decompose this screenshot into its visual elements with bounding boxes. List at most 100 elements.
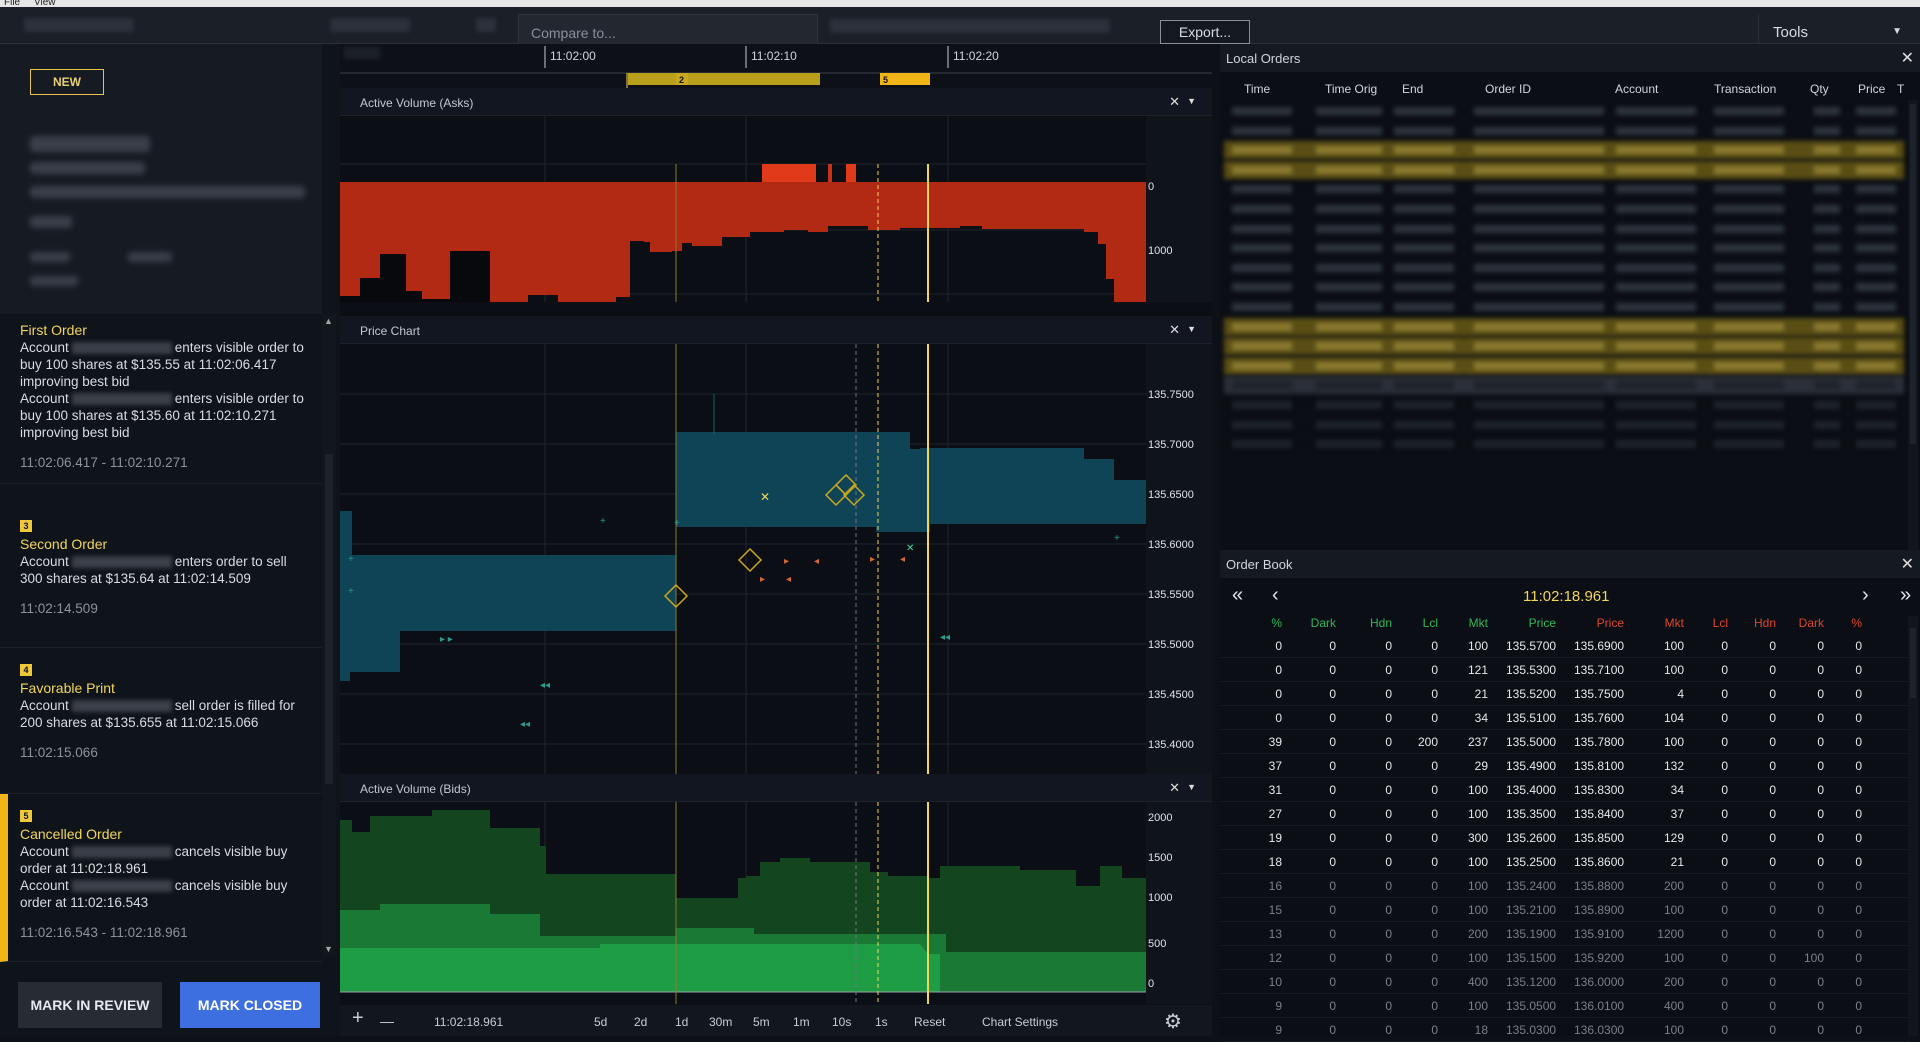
event-item[interactable]: First Order Account enters visible order … <box>0 316 322 484</box>
table-row[interactable]: 0 0 0 0 121 135.5300 135.7100 100 0 0 0 0 <box>1220 658 1910 682</box>
close-icon[interactable]: ✕ <box>1901 48 1914 68</box>
wrench-icon[interactable]: ✕ <box>1169 780 1180 796</box>
column-header[interactable]: Lcl <box>1678 616 1728 630</box>
table-row[interactable]: 18 0 0 0 100 135.2500 135.8600 21 0 0 0 0 <box>1220 850 1910 874</box>
range-1s[interactable]: 1s <box>875 1015 888 1029</box>
table-row[interactable] <box>1224 180 1904 198</box>
table-row[interactable]: 37 0 0 0 29 135.4900 135.8100 132 0 0 0 0 <box>1220 754 1910 778</box>
range-2d[interactable]: 2d <box>634 1015 647 1029</box>
table-row[interactable] <box>1224 102 1904 120</box>
table-row[interactable] <box>1224 376 1904 395</box>
first-page-icon[interactable]: « <box>1232 584 1243 607</box>
table-row[interactable]: 0 0 0 0 21 135.5200 135.7500 4 0 0 0 0 <box>1220 682 1910 706</box>
table-row[interactable]: 0 0 0 0 34 135.5100 135.7600 104 0 0 0 0 <box>1220 706 1910 730</box>
close-icon[interactable]: ✕ <box>1901 554 1914 574</box>
table-row[interactable]: 16 0 0 0 100 135.2400 135.8800 200 0 0 0 0 <box>1220 874 1910 898</box>
column-header[interactable]: Qty <box>1810 82 1829 96</box>
range-5m[interactable]: 5m <box>753 1015 770 1029</box>
column-header[interactable]: Dark <box>1286 616 1336 630</box>
table-row[interactable] <box>1224 220 1904 238</box>
table-row[interactable]: 13 0 0 0 200 135.1900 135.9100 1200 0 0 0 0 <box>1220 922 1910 946</box>
zoom-out-button[interactable]: — <box>380 1013 394 1029</box>
last-page-icon[interactable]: » <box>1900 584 1911 607</box>
price-chart[interactable]: ▸ ◂ ▸ ◂ ▸ ◂ ✕ ✕ + + + + + ▸ ▸ ◂◂ ◂◂ ◂◂ 135.7500 135… <box>340 344 1212 774</box>
range-1m[interactable]: 1m <box>793 1015 810 1029</box>
calendar-icon[interactable] <box>476 18 496 32</box>
table-row[interactable] <box>1224 337 1904 356</box>
column-header[interactable]: Price <box>1858 82 1885 96</box>
table-row[interactable] <box>1224 317 1904 336</box>
table-row[interactable]: 39 0 0 200 237 135.5000 135.7800 100 0 0 0 0 <box>1220 730 1910 754</box>
reset-button[interactable]: Reset <box>914 1015 945 1029</box>
table-row[interactable]: 19 0 0 0 300 135.2600 135.8500 129 0 0 0 0 <box>1220 826 1910 850</box>
column-header[interactable]: Account <box>1615 82 1658 96</box>
bids-volume-chart[interactable]: 2000 1500 1000 500 0 <box>340 802 1212 1004</box>
column-header[interactable]: Time Orig <box>1325 82 1377 96</box>
table-row[interactable]: 9 0 0 0 18 135.0300 136.0300 100 0 0 0 0 <box>1220 1018 1910 1042</box>
column-header[interactable]: % <box>1232 616 1282 630</box>
column-header[interactable]: Time <box>1244 82 1270 96</box>
range-10s[interactable]: 10s <box>832 1015 851 1029</box>
column-header[interactable]: Mkt <box>1634 616 1684 630</box>
event-item-selected[interactable]: 5 Cancelled Order Account cancels visible… <box>0 794 322 962</box>
table-row[interactable]: 0 0 0 0 100 135.5700 135.6900 100 0 0 0 0 <box>1220 634 1910 658</box>
scroll-thumb[interactable] <box>1910 628 1916 698</box>
column-header[interactable]: End <box>1402 82 1423 96</box>
column-header[interactable]: Mkt <box>1438 616 1488 630</box>
column-header[interactable]: Order ID <box>1485 82 1531 96</box>
scroll-down-icon[interactable]: ▼ <box>324 944 333 954</box>
table-row[interactable]: 10 0 0 0 400 135.1200 136.0000 200 0 0 0 0 <box>1220 970 1910 994</box>
local-orders-scrollbar[interactable] <box>1908 100 1918 576</box>
column-header[interactable]: Transaction <box>1714 82 1776 96</box>
table-row[interactable]: 9 0 0 0 100 135.0500 136.0100 400 0 0 0 0 <box>1220 994 1910 1018</box>
wrench-icon[interactable]: ✕ <box>1169 322 1180 338</box>
table-row[interactable] <box>1224 141 1904 160</box>
table-row[interactable] <box>1224 435 1904 453</box>
table-row[interactable] <box>1224 239 1904 257</box>
column-header[interactable]: Price <box>1574 616 1624 630</box>
chevron-down-icon[interactable]: ▼ <box>1187 782 1196 792</box>
column-header[interactable]: Price <box>1506 616 1556 630</box>
next-icon[interactable]: › <box>1862 584 1869 607</box>
table-row[interactable] <box>1224 200 1904 218</box>
redacted-select[interactable] <box>830 19 1110 33</box>
table-row[interactable] <box>1224 122 1904 140</box>
scroll-up-icon[interactable]: ▲ <box>324 316 333 326</box>
wrench-icon[interactable]: ✕ <box>1169 94 1180 110</box>
scroll-thumb[interactable] <box>325 454 333 784</box>
range-5d[interactable]: 5d <box>594 1015 607 1029</box>
chart-settings-button[interactable]: Chart Settings <box>982 1015 1058 1029</box>
table-row[interactable]: 12 0 0 0 100 135.1500 135.9200 100 0 0 100 0 <box>1220 946 1910 970</box>
mark-in-review-button[interactable]: MARK IN REVIEW <box>18 982 162 1028</box>
chevron-down-icon[interactable]: ▼ <box>1187 96 1196 106</box>
zoom-in-button[interactable]: + <box>352 1007 364 1030</box>
event-item[interactable]: 4 Favorable Print Account sell order is f… <box>0 648 322 794</box>
events-scrollbar[interactable]: ▲ ▼ <box>322 314 336 956</box>
export-button[interactable]: Export... <box>1160 20 1250 44</box>
column-header[interactable]: T <box>1897 82 1904 96</box>
table-row[interactable]: 31 0 0 0 100 135.4000 135.8300 34 0 0 0 0 <box>1220 778 1910 802</box>
column-header[interactable]: Lcl <box>1388 616 1438 630</box>
table-row[interactable] <box>1224 356 1904 375</box>
column-header[interactable]: Hdn <box>1726 616 1776 630</box>
timeline[interactable]: 11:02:00 11:02:10 11:02:20 2 5 <box>340 44 1212 88</box>
order-book-scrollbar[interactable] <box>1908 616 1918 1036</box>
event-item[interactable]: 3 Second Order Account enters order to se… <box>0 504 322 648</box>
gear-icon[interactable]: ⚙ <box>1164 1009 1182 1034</box>
asks-volume-chart[interactable]: 0 1000 2000 <box>340 116 1212 302</box>
table-row[interactable]: 15 0 0 0 100 135.2100 135.8900 100 0 0 0 0 <box>1220 898 1910 922</box>
table-row[interactable] <box>1224 416 1904 434</box>
range-1d[interactable]: 1d <box>675 1015 688 1029</box>
table-row[interactable] <box>1224 298 1904 316</box>
table-row[interactable] <box>1224 278 1904 296</box>
column-header[interactable]: Hdn <box>1342 616 1392 630</box>
range-30m[interactable]: 30m <box>709 1015 732 1029</box>
table-row[interactable] <box>1224 259 1904 277</box>
table-row[interactable] <box>1224 160 1904 179</box>
column-header[interactable]: % <box>1812 616 1862 630</box>
prev-icon[interactable]: ‹ <box>1272 584 1279 607</box>
table-row[interactable]: 27 0 0 0 100 135.3500 135.8400 37 0 0 0 0 <box>1220 802 1910 826</box>
scroll-thumb[interactable] <box>1910 104 1916 444</box>
mark-closed-button[interactable]: MARK CLOSED <box>180 982 320 1028</box>
chevron-down-icon[interactable]: ▼ <box>1187 324 1196 334</box>
